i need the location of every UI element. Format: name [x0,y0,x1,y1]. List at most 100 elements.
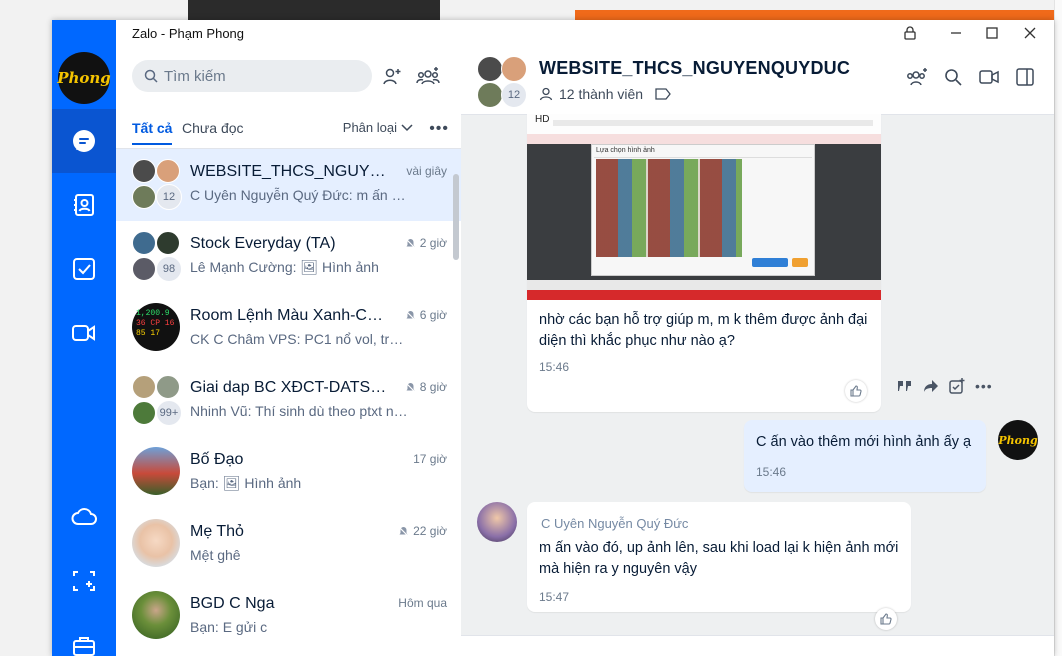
background-window-edge [1054,0,1062,656]
title-bar: Zalo - Phạm Phong [116,20,1054,46]
message-tools: ••• [897,378,993,394]
list-item[interactable]: 99+ Giai dap BC XĐCT-DATS-NDL Nhinh Vũ: … [116,365,461,437]
muted-bell-icon [405,382,416,392]
my-avatar[interactable]: Phong [57,52,111,104]
search-icon [945,69,962,86]
nav-toolbox[interactable] [52,614,116,656]
briefcase-icon [73,637,95,656]
conversation-name: Bố Đạo [190,451,244,468]
message-text: C ấn vào thêm mới hình ảnh ấy ạ [756,434,972,450]
tag-icon[interactable] [655,88,671,100]
list-item[interactable]: Mẹ Thỏ Mệt ghê 22 giờ [116,509,461,581]
message-bubble-mine[interactable]: C ấn vào thêm mới hình ảnh ấy ạ 15:46 [744,420,986,492]
muted-bell-icon [405,310,416,320]
filter-tabs: Tất cả Chưa đọc Phân loại ••• [132,120,449,146]
list-item[interactable]: 12 WEBSITE_THCS_NGUYENQUYDUC C Uyên Nguy… [116,149,461,221]
conversation-preview: CK C Châm VPS: PC1 nổ vol, trước đó có k… [190,331,412,347]
nav-cloud[interactable] [52,485,116,549]
list-item[interactable]: 98 Stock Everyday (TA) Lê Mạnh Cường: 🖼 … [116,221,461,293]
contact-avatar [132,447,180,495]
nav-messages[interactable] [52,109,116,173]
add-todo-icon[interactable] [949,378,965,394]
nav-video-call[interactable] [52,301,116,365]
react-button[interactable] [845,380,867,402]
minimize-button[interactable] [938,20,974,46]
my-chat-avatar[interactable]: Phong [998,420,1038,460]
forward-icon[interactable] [923,379,939,393]
sender-avatar[interactable] [477,502,517,542]
video-call-button[interactable] [978,66,1000,88]
time-label: 6 giờ [419,308,447,322]
time-label: 22 giờ [413,524,447,538]
screenshot-dialog-title: Lựa chọn hình ảnh [596,147,655,154]
message-time: 15:47 [539,590,570,604]
thumbs-up-icon [880,613,892,625]
add-member-button[interactable] [906,66,928,88]
maximize-button[interactable] [974,20,1010,46]
screenshot-dialog: Lựa chọn hình ảnh [591,144,815,276]
chevron-down-icon [401,123,413,131]
conversation-preview: Lê Mạnh Cường: 🖼 Hình ảnh [190,259,379,275]
nav-rail: Phong [52,20,116,656]
toggle-sidebar-button[interactable] [1014,66,1036,88]
time-label: vài giây [406,164,447,178]
react-button[interactable] [875,608,897,630]
attached-screenshot[interactable]: HD Lựa chọn hình ảnh [527,114,881,300]
video-icon [72,325,95,341]
group-avatar: 98 [132,231,182,282]
checkbox-icon [73,258,95,280]
conversation-preview: Bạn: 🖼 Hình ảnh [190,475,302,491]
search-box[interactable]: Tìm kiếm [132,60,372,92]
search-icon [144,69,158,83]
nav-screenshot[interactable] [52,549,116,613]
conversation-time: 17 giờ [413,452,447,466]
more-actions-button[interactable]: ••• [975,378,993,394]
conversation-name: WEBSITE_THCS_NGUYENQUYDUC [190,163,390,180]
screenshot-browser-bar: HD [527,114,881,135]
chat-header: 12 WEBSITE_THCS_NGUYENQUYDUC 12 thành vi… [461,46,1054,115]
message-bubble[interactable]: C Uyên Nguyễn Quý Đức m ấn vào đó, up ản… [527,502,911,630]
quote-icon[interactable] [897,379,913,393]
add-friend-button[interactable] [376,60,408,92]
muted-bell-icon [398,526,409,536]
more-options-button[interactable]: ••• [429,120,449,138]
zalo-window: Phong Zalo - Phạm Phong Tìm kiếm Tất cả … [52,20,1054,656]
sender-name: C Uyên Nguyễn Quý Đức [541,516,689,531]
create-group-button[interactable] [412,60,444,92]
screenshot-tabs [553,120,873,126]
message-text: m ấn vào đó, up ảnh lên, sau khi load lạ… [539,540,899,577]
chat-icon [73,130,95,152]
search-messages-button[interactable] [942,66,964,88]
lock-button[interactable] [892,20,928,46]
conversation-preview: Bạn: E gửi c [190,619,268,635]
member-info[interactable]: 12 thành viên [539,86,671,102]
nav-contacts[interactable] [52,173,116,237]
chat-group-avatar[interactable]: 12 [477,56,529,108]
conversation-preview: Nhinh Vũ: Thí sinh dù theo ptxt nào cũng… [190,403,412,419]
list-item[interactable]: BGD C Nga Bạn: E gửi c Hôm qua [116,581,461,653]
classify-dropdown[interactable]: Phân loại [343,120,413,135]
background-photo [188,0,440,22]
tab-all[interactable]: Tất cả [132,120,173,145]
search-placeholder: Tìm kiếm [164,67,226,85]
video-icon [979,70,999,84]
list-scrollbar[interactable] [453,174,459,260]
tab-unread[interactable]: Chưa đọc [182,120,244,136]
thumbs-up-icon [850,385,862,397]
message-bubble[interactable]: HD Lựa chọn hình ảnh nhờ các bạn hỗ trợ … [527,114,881,412]
contacts-icon [74,194,94,216]
screenshot-image-grid [596,159,742,257]
avatar-ticker: 1,200.9 36 CP 16 85 17 [136,309,175,338]
group-avatar: 12 [132,159,182,210]
cloud-icon [71,508,97,525]
maximize-icon [986,27,998,39]
close-button[interactable] [1012,20,1048,46]
contact-avatar [132,591,180,639]
list-item[interactable]: 1,200.9 36 CP 16 85 17 Room Lệnh Màu Xanh-… [116,293,461,365]
conversation-name: Giai dap BC XĐCT-DATS-NDL [190,379,390,396]
time-label: Hôm qua [398,596,447,610]
message-text: nhờ các bạn hỗ trợ giúp m, m k thêm được… [539,312,868,349]
time-label: 2 giờ [419,236,447,250]
list-item[interactable]: Bố Đạo Bạn: 🖼 Hình ảnh 17 giờ [116,437,461,509]
nav-todo[interactable] [52,237,116,301]
